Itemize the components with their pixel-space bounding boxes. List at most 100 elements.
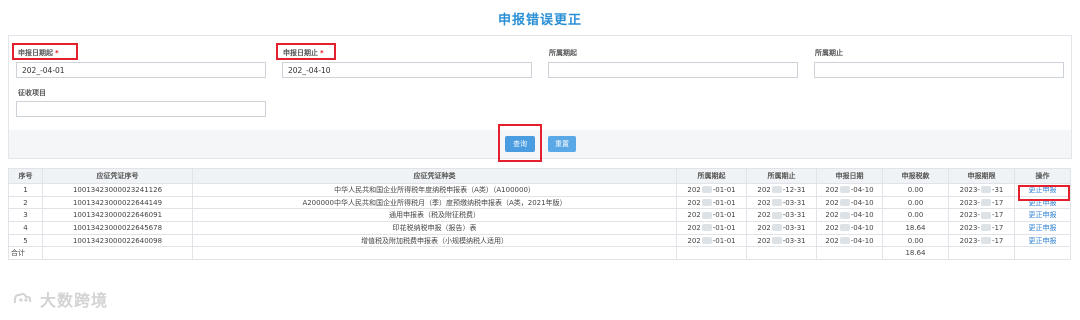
item-field[interactable] xyxy=(16,101,266,117)
watermark-logo-icon xyxy=(13,292,32,304)
date-suffix: -01-01 xyxy=(712,211,736,220)
table-header-cell: 所属期起 xyxy=(676,168,747,184)
date-suffix: -04-10 xyxy=(850,223,874,232)
redaction-mark xyxy=(980,199,991,207)
total-empty-cell xyxy=(1014,246,1071,261)
date-prefix: 202 xyxy=(757,211,771,220)
date-suffix: -17 xyxy=(991,211,1004,220)
period-end-label: 所属期止 xyxy=(815,49,843,57)
cell-no: 1 xyxy=(8,183,43,197)
redaction-mark xyxy=(701,224,712,232)
cell-voucher: 10013423000023241126 xyxy=(42,183,193,197)
end-date-field[interactable]: 202_-04-10 xyxy=(282,62,532,78)
date-suffix: -04-10 xyxy=(850,198,874,207)
date-suffix: -01-01 xyxy=(712,198,736,207)
date-prefix: 202 xyxy=(825,211,839,220)
date-prefix: 202 xyxy=(757,236,771,245)
table-header-cell: 应征凭证序号 xyxy=(42,168,193,184)
redaction-mark xyxy=(839,237,850,245)
cell-voucher: 10013423000022645678 xyxy=(42,221,193,235)
correct-declaration-link[interactable]: 更正申报 xyxy=(1014,208,1071,223)
correct-declaration-link[interactable]: 更正申报 xyxy=(1014,221,1071,235)
redaction-mark xyxy=(839,224,850,232)
redaction-mark xyxy=(771,186,782,194)
cell-tax: 0.00 xyxy=(882,195,949,210)
total-empty-cell xyxy=(948,246,1015,261)
date-prefix: 2023- xyxy=(959,198,980,207)
cell-date: 202 -04-10 xyxy=(816,183,883,197)
cell-type: 印花税纳税申报（报告）表 xyxy=(192,221,677,235)
date-prefix: 202 xyxy=(825,185,839,194)
cell-voucher: 10013423000022646091 xyxy=(42,208,193,223)
date-prefix: 2023- xyxy=(959,185,980,194)
redaction-mark xyxy=(839,186,850,194)
date-prefix: 202 xyxy=(757,185,771,194)
cell-type: A200000中华人民共和国企业所得税月（季）度预缴纳税申报表（A类，2021年… xyxy=(192,195,677,210)
table-header-cell: 操作 xyxy=(1014,168,1071,184)
total-empty-cell xyxy=(42,246,193,261)
table-row: 4 10013423000022645678 印花税纳税申报（报告）表 202 -01-… xyxy=(8,221,1071,235)
total-empty-cell xyxy=(192,246,677,261)
watermark: 大数跨境 xyxy=(12,289,109,310)
date-suffix: -17 xyxy=(991,223,1004,232)
cell-type: 增值税及附加税费申报表（小规模纳税人适用） xyxy=(192,233,677,248)
redaction-mark xyxy=(980,237,991,245)
query-button[interactable]: 查询 xyxy=(505,136,535,152)
date-suffix: -01-01 xyxy=(712,223,736,232)
table-header-cell: 申报期限 xyxy=(948,168,1015,184)
total-empty-cell xyxy=(816,246,883,261)
cell-type: 中华人民共和国企业所得税年度纳税申报表（A类）（A100000） xyxy=(192,183,677,197)
date-prefix: 2023- xyxy=(959,223,980,232)
table-header-cell: 申报日期 xyxy=(816,168,883,184)
watermark-text: 大数跨境 xyxy=(40,291,109,310)
cell-pend: 202 -03-31 xyxy=(746,221,817,235)
cell-tax: 0.00 xyxy=(882,233,949,248)
period-end-field[interactable] xyxy=(814,62,1064,78)
cell-voucher: 10013423000022640098 xyxy=(42,233,193,248)
cell-no: 3 xyxy=(8,208,43,223)
cell-pstart: 202 -01-01 xyxy=(676,233,747,248)
start-date-field[interactable]: 202_-04-01 xyxy=(16,62,266,78)
period-start-field[interactable] xyxy=(548,62,798,78)
date-prefix: 202 xyxy=(687,211,701,220)
date-prefix: 2023- xyxy=(959,211,980,220)
cell-tax: 0.00 xyxy=(882,208,949,223)
cell-date: 202 -04-10 xyxy=(816,233,883,248)
table-header-cell: 所属期止 xyxy=(746,168,817,184)
cell-pstart: 202 -01-01 xyxy=(676,195,747,210)
cell-date: 202 -04-10 xyxy=(816,195,883,210)
cell-deadline: 2023- -17 xyxy=(948,195,1015,210)
redaction-mark xyxy=(980,211,991,219)
cell-deadline: 2023- -17 xyxy=(948,233,1015,248)
total-value: 18.64 xyxy=(882,246,949,261)
table-header-cell: 应征凭证种类 xyxy=(192,168,677,184)
date-prefix: 202 xyxy=(825,198,839,207)
total-label: 合计 xyxy=(8,246,43,261)
total-empty-cell xyxy=(676,246,747,261)
date-prefix: 202 xyxy=(757,198,771,207)
date-suffix: -17 xyxy=(991,198,1004,207)
cell-deadline: 2023- -31 xyxy=(948,183,1015,197)
cell-no: 5 xyxy=(8,233,43,248)
cell-pstart: 202 -01-01 xyxy=(676,183,747,197)
highlight-first-action xyxy=(1018,185,1070,201)
cell-pstart: 202 -01-01 xyxy=(676,208,747,223)
date-suffix: -03-31 xyxy=(782,236,806,245)
cell-tax: 0.00 xyxy=(882,183,949,197)
date-suffix: -04-10 xyxy=(850,211,874,220)
redaction-mark xyxy=(980,224,991,232)
cell-date: 202 -04-10 xyxy=(816,208,883,223)
table-row: 5 10013423000022640098 增值税及附加税费申报表（小规模纳税人适… xyxy=(8,233,1071,248)
date-prefix: 202 xyxy=(687,185,701,194)
date-suffix: -01-01 xyxy=(712,185,736,194)
date-suffix: -03-31 xyxy=(782,198,806,207)
correct-declaration-link[interactable]: 更正申报 xyxy=(1014,233,1071,248)
date-prefix: 202 xyxy=(825,223,839,232)
cell-deadline: 2023- -17 xyxy=(948,208,1015,223)
table-header-cell: 序号 xyxy=(8,168,43,184)
redaction-mark xyxy=(701,237,712,245)
table-header-cell: 申报税款 xyxy=(882,168,949,184)
date-suffix: -04-10 xyxy=(850,185,874,194)
reset-button[interactable]: 重置 xyxy=(548,136,576,152)
cell-no: 4 xyxy=(8,221,43,235)
